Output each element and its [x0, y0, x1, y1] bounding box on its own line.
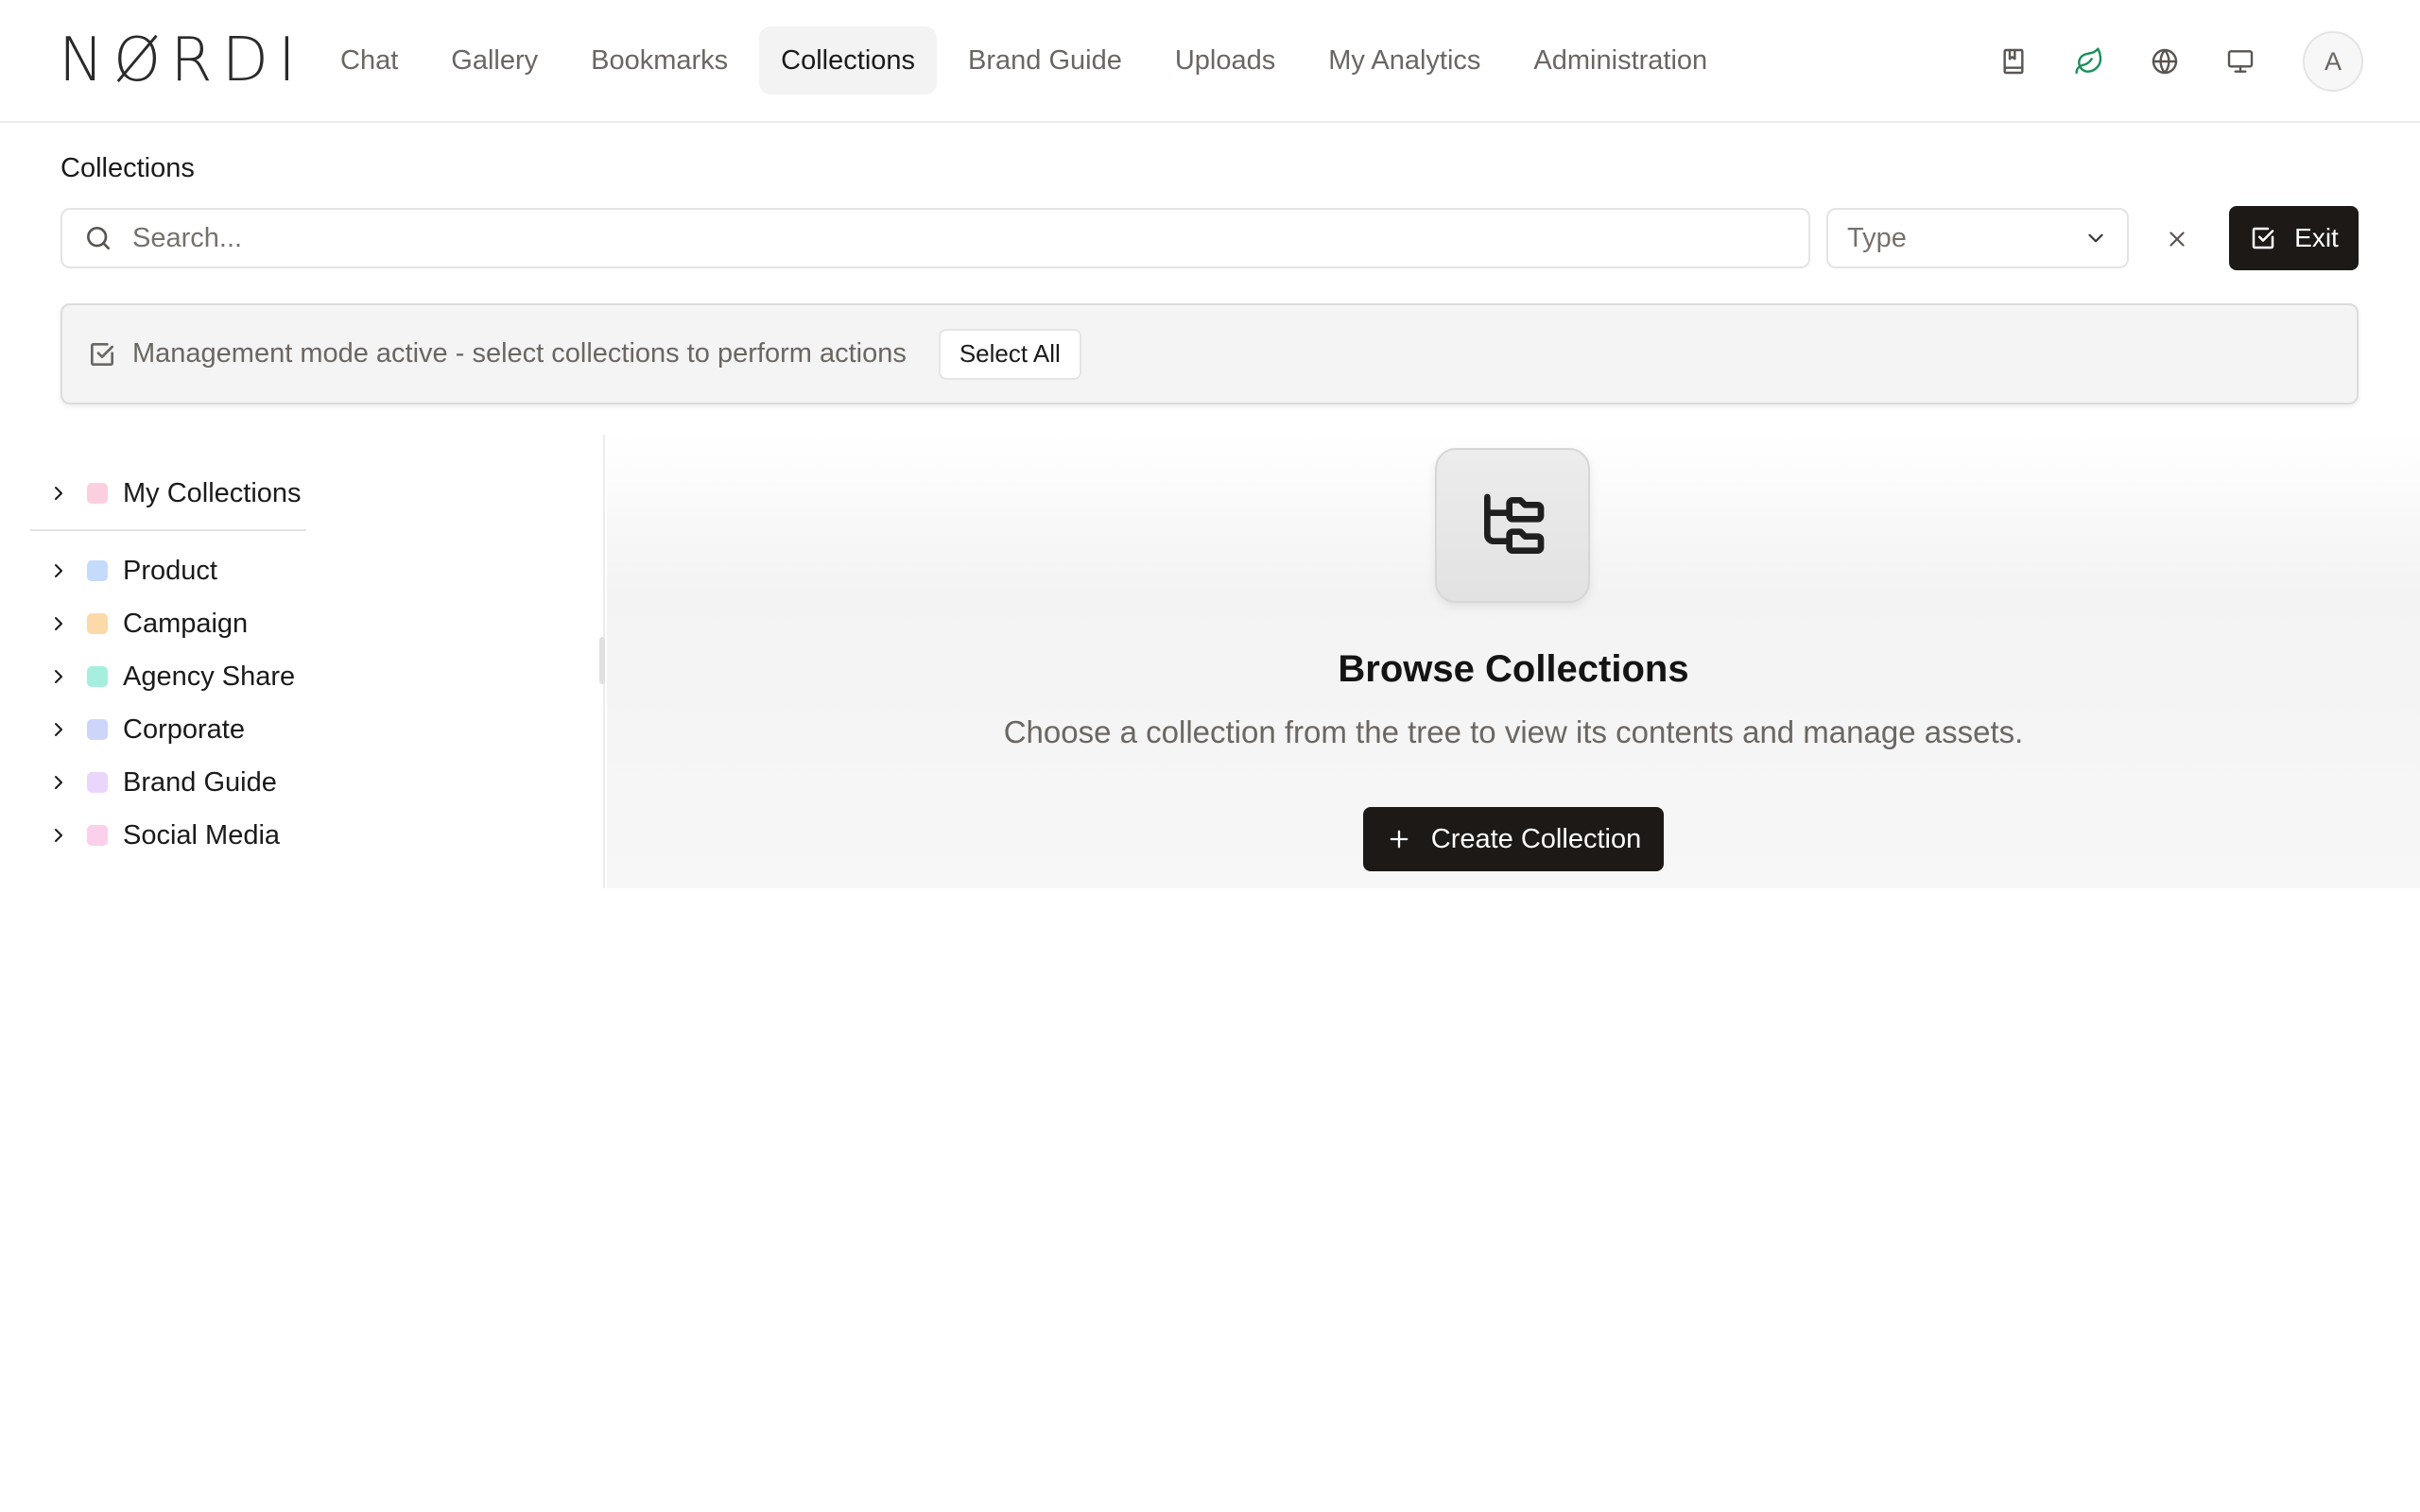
- chevron-right-icon[interactable]: [47, 771, 70, 794]
- nav-item-gallery[interactable]: Gallery: [429, 26, 560, 94]
- tree-divider: [30, 529, 306, 531]
- nav-item-chat[interactable]: Chat: [319, 26, 420, 94]
- create-collection-label: Create Collection: [1430, 823, 1642, 854]
- nav-item-uploads[interactable]: Uploads: [1153, 26, 1297, 94]
- exit-button-label: Exit: [2294, 223, 2339, 252]
- tree-item-label: Agency Share: [123, 661, 296, 692]
- page-title: Collections: [60, 153, 195, 183]
- app-logo[interactable]: NØRDI: [59, 25, 305, 96]
- tree-item-label: Social Media: [123, 819, 281, 850]
- management-mode-banner: Management mode active - select collecti…: [60, 303, 2359, 404]
- tree-item-label: Product: [123, 555, 217, 586]
- collection-color-dot: [87, 613, 108, 634]
- collection-color-dot: [87, 772, 108, 793]
- main-nav: Chat Gallery Bookmarks Collections Brand…: [319, 26, 1738, 94]
- search-input[interactable]: [132, 212, 1808, 265]
- tree-item-social-media[interactable]: Social Media: [47, 816, 280, 854]
- search-box[interactable]: [60, 208, 1810, 268]
- tree-item-my-collections[interactable]: My Collections: [47, 474, 302, 512]
- type-select[interactable]: Type: [1826, 208, 2129, 268]
- chevron-right-icon[interactable]: [47, 718, 70, 741]
- empty-state-title: Browse Collections: [1338, 648, 1689, 690]
- clear-filters-button[interactable]: [2157, 219, 2197, 259]
- top-navigation-bar: NØRDI Chat Gallery Bookmarks Collections…: [0, 0, 2420, 123]
- collection-color-dot: [87, 825, 108, 846]
- monitor-icon[interactable]: [2220, 41, 2261, 82]
- chevron-right-icon[interactable]: [47, 559, 70, 582]
- empty-state-subtitle: Choose a collection from the tree to vie…: [1003, 714, 2024, 749]
- exit-management-button[interactable]: Exit: [2229, 206, 2359, 270]
- checkbox-checked-icon: [2252, 227, 2274, 249]
- collection-color-dot: [87, 560, 108, 581]
- collection-color-dot: [87, 483, 108, 504]
- chevron-right-icon[interactable]: [47, 612, 70, 635]
- tree-item-brand-guide[interactable]: Brand Guide: [47, 764, 277, 801]
- chevron-right-icon[interactable]: [47, 482, 70, 505]
- bookmark-book-icon[interactable]: [1993, 41, 2034, 82]
- collection-color-dot: [87, 666, 108, 687]
- checkbox-checked-icon: [91, 342, 113, 366]
- collection-color-dot: [87, 719, 108, 740]
- banner-text: Management mode active - select collecti…: [132, 338, 907, 369]
- sidebar-resize-handle[interactable]: [599, 637, 605, 684]
- chevron-down-icon: [2088, 233, 2103, 243]
- plus-icon: [1390, 830, 1409, 849]
- chevron-right-icon[interactable]: [47, 824, 70, 847]
- select-all-button[interactable]: Select All: [938, 328, 1081, 380]
- create-collection-button[interactable]: Create Collection: [1363, 807, 1664, 871]
- type-select-value: Type: [1847, 222, 1907, 253]
- tree-item-product[interactable]: Product: [47, 552, 217, 590]
- chevron-right-icon[interactable]: [47, 665, 70, 688]
- search-icon: [87, 227, 110, 249]
- globe-icon[interactable]: [2144, 41, 2186, 82]
- header-actions: A: [1959, 30, 2363, 93]
- nav-item-collections[interactable]: Collections: [759, 26, 938, 94]
- tree-item-campaign[interactable]: Campaign: [47, 605, 248, 643]
- nav-item-bookmarks[interactable]: Bookmarks: [569, 26, 750, 94]
- tree-item-corporate[interactable]: Corporate: [47, 711, 245, 748]
- collection-content-area: Browse Collections Choose a collection f…: [607, 435, 2420, 888]
- leaf-icon[interactable]: [2068, 41, 2110, 82]
- tree-item-agency-share[interactable]: Agency Share: [47, 658, 295, 696]
- tree-item-label: Campaign: [123, 608, 249, 639]
- tree-item-label: Corporate: [123, 713, 245, 745]
- folder-tree-tile: [1435, 448, 1590, 603]
- nav-item-brand-guide[interactable]: Brand Guide: [946, 26, 1144, 94]
- user-avatar[interactable]: A: [2303, 31, 2363, 92]
- folder-tree-icon: [1484, 493, 1545, 554]
- tree-item-label: My Collections: [123, 477, 302, 508]
- nav-item-administration[interactable]: Administration: [1512, 26, 1729, 94]
- tree-item-label: Brand Guide: [123, 766, 277, 798]
- close-icon: [2169, 232, 2185, 247]
- collections-tree: My Collections Product Campaign Agency S…: [30, 435, 605, 888]
- nav-item-my-analytics[interactable]: My Analytics: [1306, 26, 1502, 94]
